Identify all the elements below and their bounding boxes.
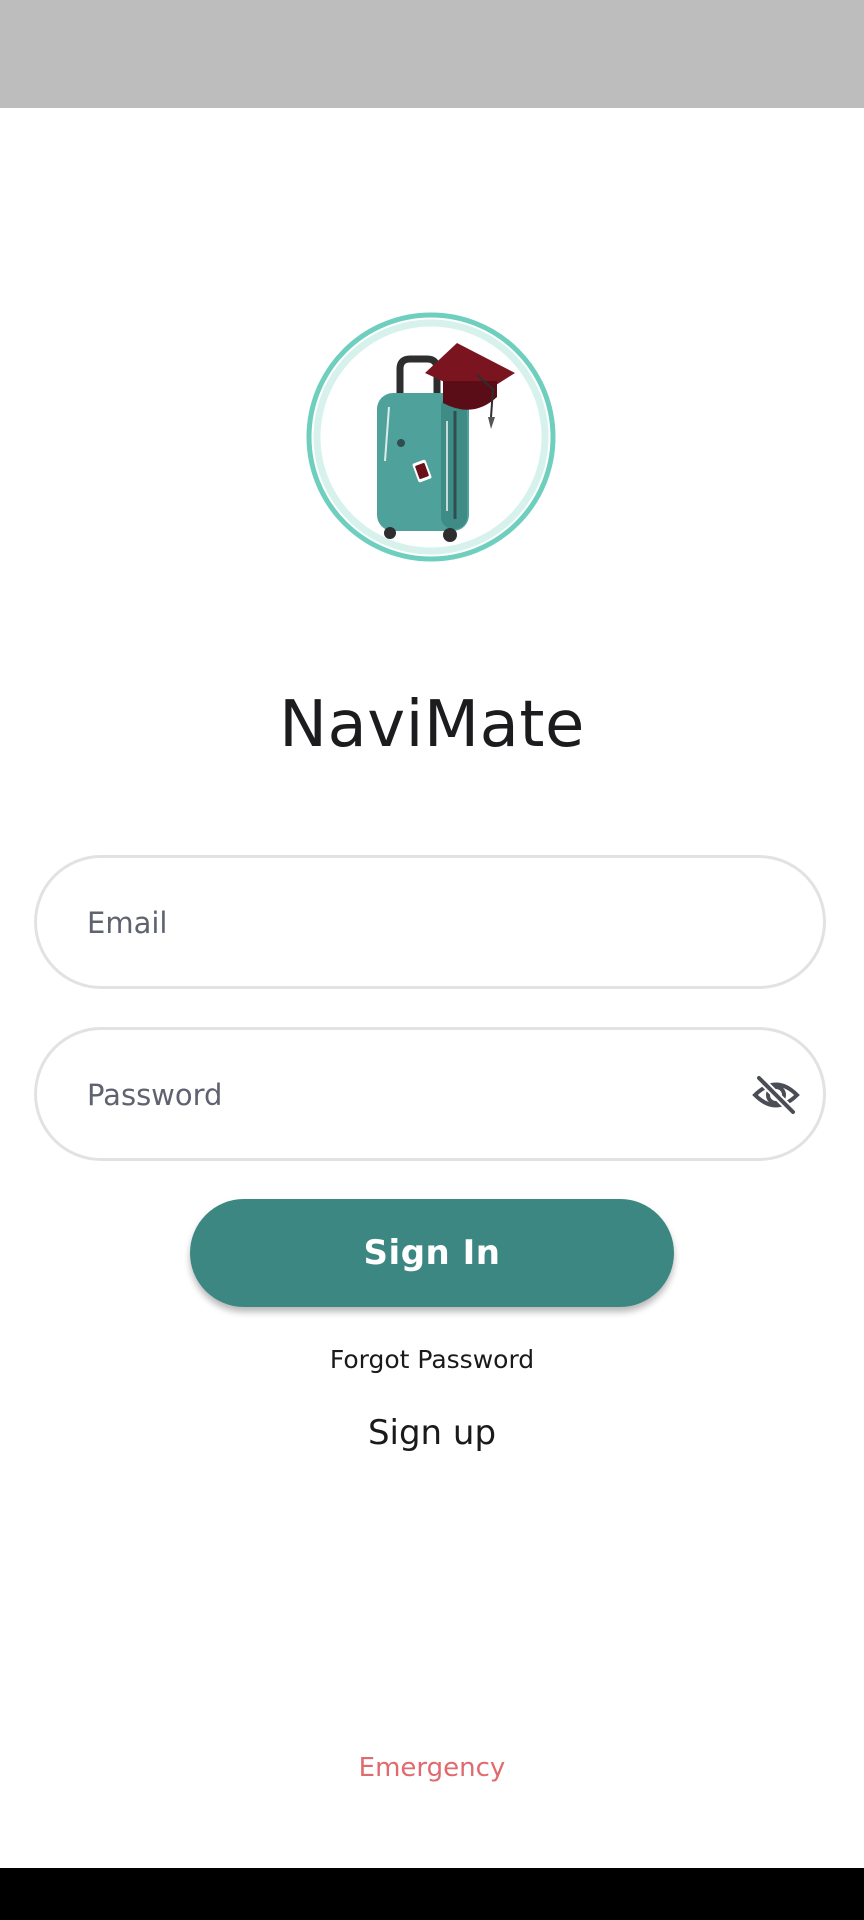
status-bar [0, 0, 864, 108]
password-field[interactable] [34, 1027, 826, 1161]
sign-in-button[interactable]: Sign In [190, 1199, 674, 1307]
password-input[interactable] [85, 1030, 729, 1160]
sign-up-link[interactable]: Sign up [0, 1413, 864, 1453]
eye-off-icon[interactable] [751, 1070, 801, 1120]
email-field[interactable] [34, 855, 826, 989]
suitcase-logo-icon [305, 311, 557, 563]
forgot-password-link[interactable]: Forgot Password [0, 1345, 864, 1374]
navigation-bar [0, 1868, 864, 1920]
app-title: NaviMate [279, 688, 585, 762]
emergency-link[interactable]: Emergency [0, 1753, 864, 1783]
login-screen: NaviMate Sign In Forgot Password Sign up… [0, 108, 864, 1868]
email-input[interactable] [85, 858, 729, 988]
